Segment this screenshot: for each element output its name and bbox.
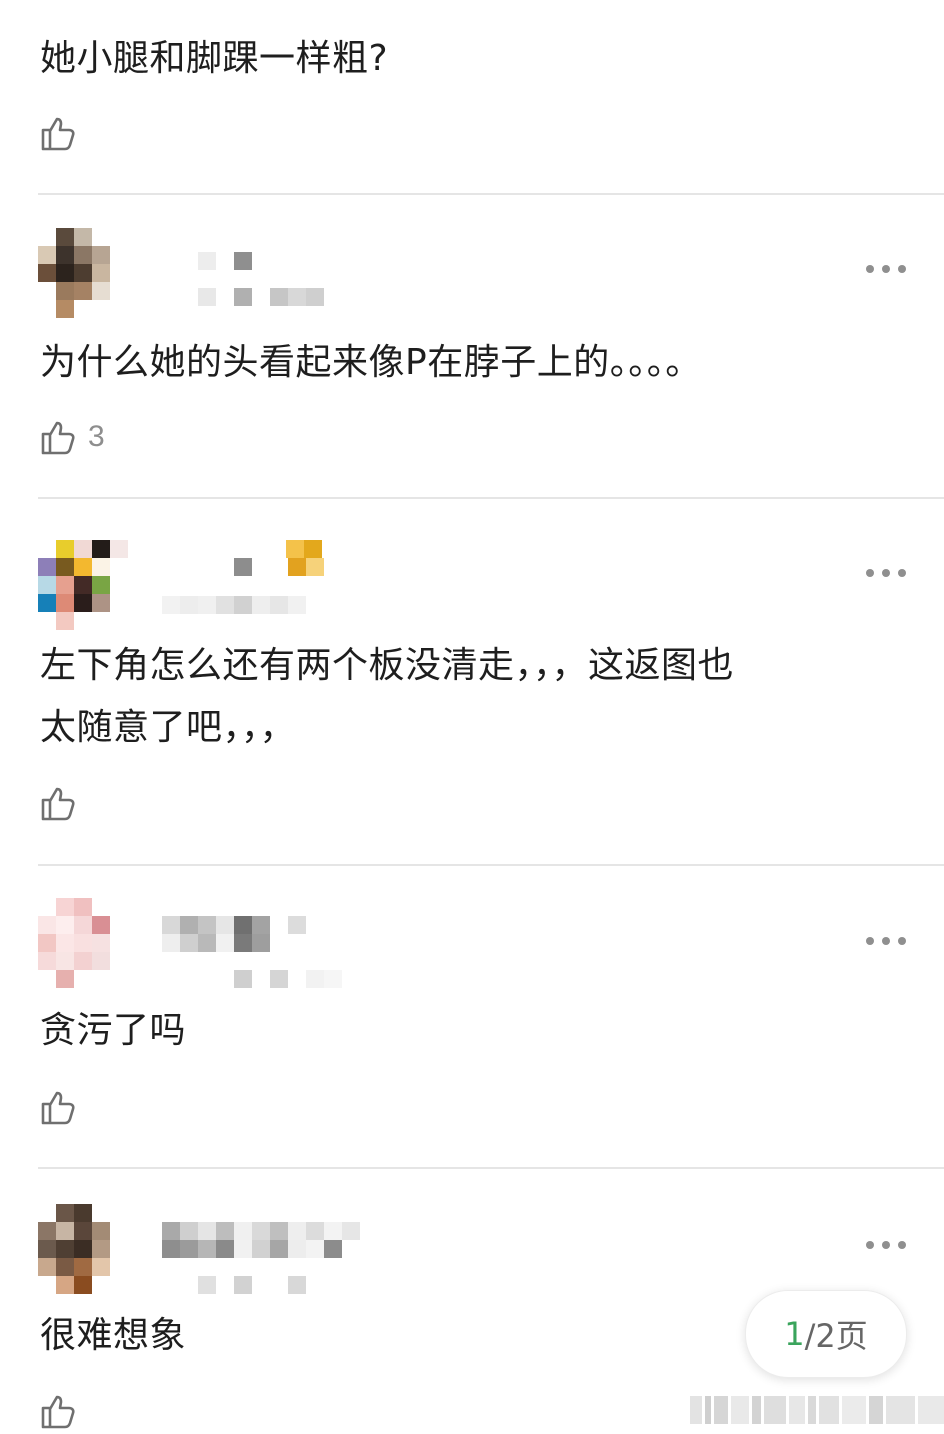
like-button[interactable] [38,1084,88,1130]
divider [38,864,944,866]
username-redacted[interactable] [162,1222,360,1240]
page-indicator-button[interactable]: 1/2页 [745,1290,907,1378]
avatar[interactable] [38,228,128,318]
divider [38,1167,944,1169]
comment-text: 左下角怎么还有两个板没清走，，，这返图也 太随意了吧，，， [40,645,735,748]
thumbs-up-icon [41,787,75,821]
more-options-button[interactable] [866,934,906,948]
more-dots-icon [866,1241,874,1249]
thumbs-up-icon [41,1395,75,1429]
more-options-button[interactable] [866,262,906,276]
more-dots-icon [866,937,874,945]
avatar[interactable] [38,898,128,988]
comment-text: 她小腿和脚踝一样粗? [40,38,389,79]
page-total: /2页 [804,1317,868,1355]
username-redacted-2 [162,934,270,952]
timestamp-redacted [198,1276,306,1294]
like-button[interactable] [38,1388,88,1434]
badge-icon [286,540,322,558]
like-count: 3 [88,420,105,453]
like-button[interactable] [38,110,88,156]
timestamp-redacted [162,596,306,614]
like-button[interactable]: 3 [38,414,105,460]
username-redacted-2 [162,1240,342,1258]
more-dots-icon [866,569,874,577]
timestamp-redacted [198,288,324,306]
more-dots-icon [866,265,874,273]
more-options-button[interactable] [866,1238,906,1252]
divider [38,497,944,499]
thumbs-up-icon [41,1091,75,1125]
avatar[interactable] [38,1204,128,1294]
username-redacted[interactable] [162,916,306,934]
like-button[interactable] [38,780,88,826]
thumbs-up-icon [41,117,75,151]
username-redacted[interactable] [234,558,324,576]
comment-text: 贪污了吗 [40,1010,187,1051]
page-current: 1 [784,1315,805,1353]
comment-text: 为什么她的头看起来像P在脖子上的。。。。 [40,342,702,383]
divider [38,193,944,195]
more-options-button[interactable] [866,566,906,580]
watermark [690,1396,944,1424]
thumbs-up-icon [41,421,75,455]
avatar[interactable] [38,540,128,630]
timestamp-redacted [234,970,342,988]
username-redacted[interactable] [198,252,252,270]
